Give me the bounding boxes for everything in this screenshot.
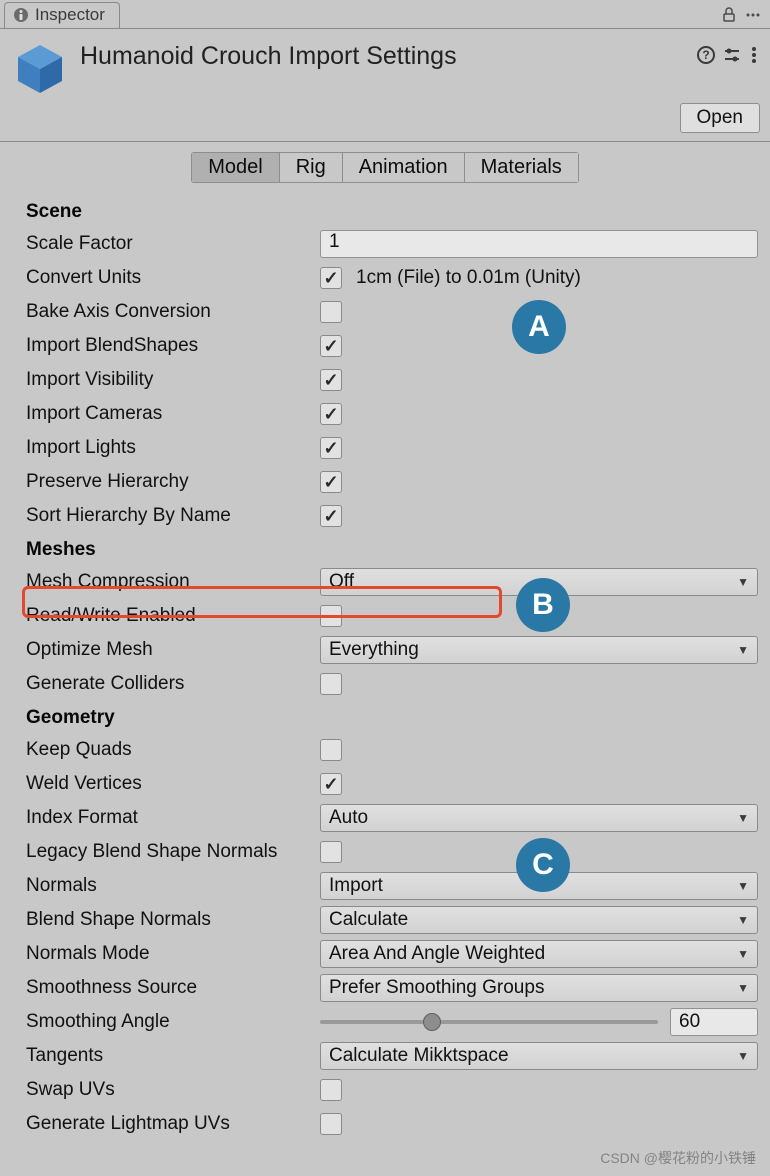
- tab-model[interactable]: Model: [191, 152, 278, 183]
- sort-hierarchy-checkbox[interactable]: [320, 505, 342, 527]
- chevron-down-icon: ▼: [737, 879, 749, 893]
- swap-uvs-label: Swap UVs: [26, 1079, 320, 1101]
- normals-mode-label: Normals Mode: [26, 943, 320, 965]
- mesh-compression-label: Mesh Compression: [26, 571, 320, 593]
- page-title: Humanoid Crouch Import Settings: [80, 42, 696, 71]
- smoothness-source-value: Prefer Smoothing Groups: [329, 977, 544, 999]
- optimize-mesh-label: Optimize Mesh: [26, 639, 320, 661]
- keep-quads-label: Keep Quads: [26, 739, 320, 761]
- settings-icon[interactable]: [722, 45, 742, 65]
- swap-uvs-checkbox[interactable]: [320, 1079, 342, 1101]
- chevron-down-icon: ▼: [737, 575, 749, 589]
- keep-quads-checkbox[interactable]: [320, 739, 342, 761]
- index-format-value: Auto: [329, 807, 368, 829]
- optimize-mesh-dropdown[interactable]: Everything ▼: [320, 636, 758, 664]
- import-tabs: Model Rig Animation Materials: [191, 152, 579, 183]
- inspector-tab-label: Inspector: [35, 5, 105, 25]
- import-lights-label: Import Lights: [26, 437, 320, 459]
- svg-text:?: ?: [702, 48, 709, 62]
- smoothing-angle-input[interactable]: 60: [670, 1008, 758, 1036]
- import-visibility-label: Import Visibility: [26, 369, 320, 391]
- smoothing-angle-label: Smoothing Angle: [26, 1011, 320, 1033]
- generate-colliders-label: Generate Colliders: [26, 673, 320, 695]
- normals-mode-value: Area And Angle Weighted: [329, 943, 545, 965]
- smoothness-source-dropdown[interactable]: Prefer Smoothing Groups ▼: [320, 974, 758, 1002]
- convert-units-checkbox[interactable]: [320, 267, 342, 289]
- normals-dropdown[interactable]: Import ▼: [320, 872, 758, 900]
- generate-lightmap-uvs-checkbox[interactable]: [320, 1113, 342, 1135]
- info-icon: [13, 7, 29, 23]
- chevron-down-icon: ▼: [737, 643, 749, 657]
- bsn-value: Calculate: [329, 909, 408, 931]
- kebab-icon[interactable]: [748, 45, 760, 65]
- chevron-down-icon: ▼: [737, 947, 749, 961]
- preserve-hierarchy-label: Preserve Hierarchy: [26, 471, 320, 493]
- generate-lightmap-uvs-label: Generate Lightmap UVs: [26, 1113, 320, 1135]
- index-format-dropdown[interactable]: Auto ▼: [320, 804, 758, 832]
- scale-factor-label: Scale Factor: [26, 233, 320, 255]
- mesh-compression-value: Off: [329, 571, 354, 593]
- tangents-label: Tangents: [26, 1045, 320, 1067]
- section-scene: Scene: [26, 195, 758, 227]
- tab-rig[interactable]: Rig: [279, 152, 342, 183]
- import-cameras-label: Import Cameras: [26, 403, 320, 425]
- section-geometry: Geometry: [26, 701, 758, 733]
- normals-mode-dropdown[interactable]: Area And Angle Weighted ▼: [320, 940, 758, 968]
- import-blendshapes-checkbox[interactable]: [320, 335, 342, 357]
- bake-axis-label: Bake Axis Conversion: [26, 301, 320, 323]
- panel-tab-strip: Inspector: [0, 0, 770, 29]
- menu-icon[interactable]: [744, 6, 762, 24]
- smoothing-angle-slider[interactable]: 60: [320, 1008, 758, 1036]
- weld-vertices-label: Weld Vertices: [26, 773, 320, 795]
- sort-hierarchy-label: Sort Hierarchy By Name: [26, 505, 320, 527]
- inspector-tab[interactable]: Inspector: [4, 2, 120, 28]
- optimize-mesh-value: Everything: [329, 639, 419, 661]
- bake-axis-checkbox[interactable]: [320, 301, 342, 323]
- normals-value: Import: [329, 875, 383, 897]
- tangents-value: Calculate Mikktspace: [329, 1045, 509, 1067]
- tangents-dropdown[interactable]: Calculate Mikktspace ▼: [320, 1042, 758, 1070]
- legacy-bsn-checkbox[interactable]: [320, 841, 342, 863]
- convert-units-label: Convert Units: [26, 267, 320, 289]
- import-cameras-checkbox[interactable]: [320, 403, 342, 425]
- header-row: Humanoid Crouch Import Settings ?: [0, 29, 770, 103]
- chevron-down-icon: ▼: [737, 811, 749, 825]
- open-button[interactable]: Open: [680, 103, 760, 133]
- scale-factor-input[interactable]: 1: [320, 230, 758, 258]
- preserve-hierarchy-checkbox[interactable]: [320, 471, 342, 493]
- tab-animation[interactable]: Animation: [342, 152, 464, 183]
- weld-vertices-checkbox[interactable]: [320, 773, 342, 795]
- smoothness-source-label: Smoothness Source: [26, 977, 320, 999]
- read-write-label: Read/Write Enabled: [26, 605, 320, 627]
- legacy-bsn-label: Legacy Blend Shape Normals: [26, 841, 320, 863]
- generate-colliders-checkbox[interactable]: [320, 673, 342, 695]
- convert-units-hint: 1cm (File) to 0.01m (Unity): [356, 267, 581, 289]
- import-blendshapes-label: Import BlendShapes: [26, 335, 320, 357]
- tab-materials[interactable]: Materials: [464, 152, 579, 183]
- watermark: CSDN @樱花粉的小铁锤: [600, 1148, 756, 1168]
- import-visibility-checkbox[interactable]: [320, 369, 342, 391]
- chevron-down-icon: ▼: [737, 1049, 749, 1063]
- read-write-checkbox[interactable]: [320, 605, 342, 627]
- lock-icon[interactable]: [720, 6, 738, 24]
- index-format-label: Index Format: [26, 807, 320, 829]
- import-lights-checkbox[interactable]: [320, 437, 342, 459]
- bsn-label: Blend Shape Normals: [26, 909, 320, 931]
- help-icon[interactable]: ?: [696, 45, 716, 65]
- section-meshes: Meshes: [26, 533, 758, 565]
- bsn-dropdown[interactable]: Calculate ▼: [320, 906, 758, 934]
- asset-icon: [10, 39, 70, 99]
- chevron-down-icon: ▼: [737, 913, 749, 927]
- mesh-compression-dropdown[interactable]: Off ▼: [320, 568, 758, 596]
- chevron-down-icon: ▼: [737, 981, 749, 995]
- normals-label: Normals: [26, 875, 320, 897]
